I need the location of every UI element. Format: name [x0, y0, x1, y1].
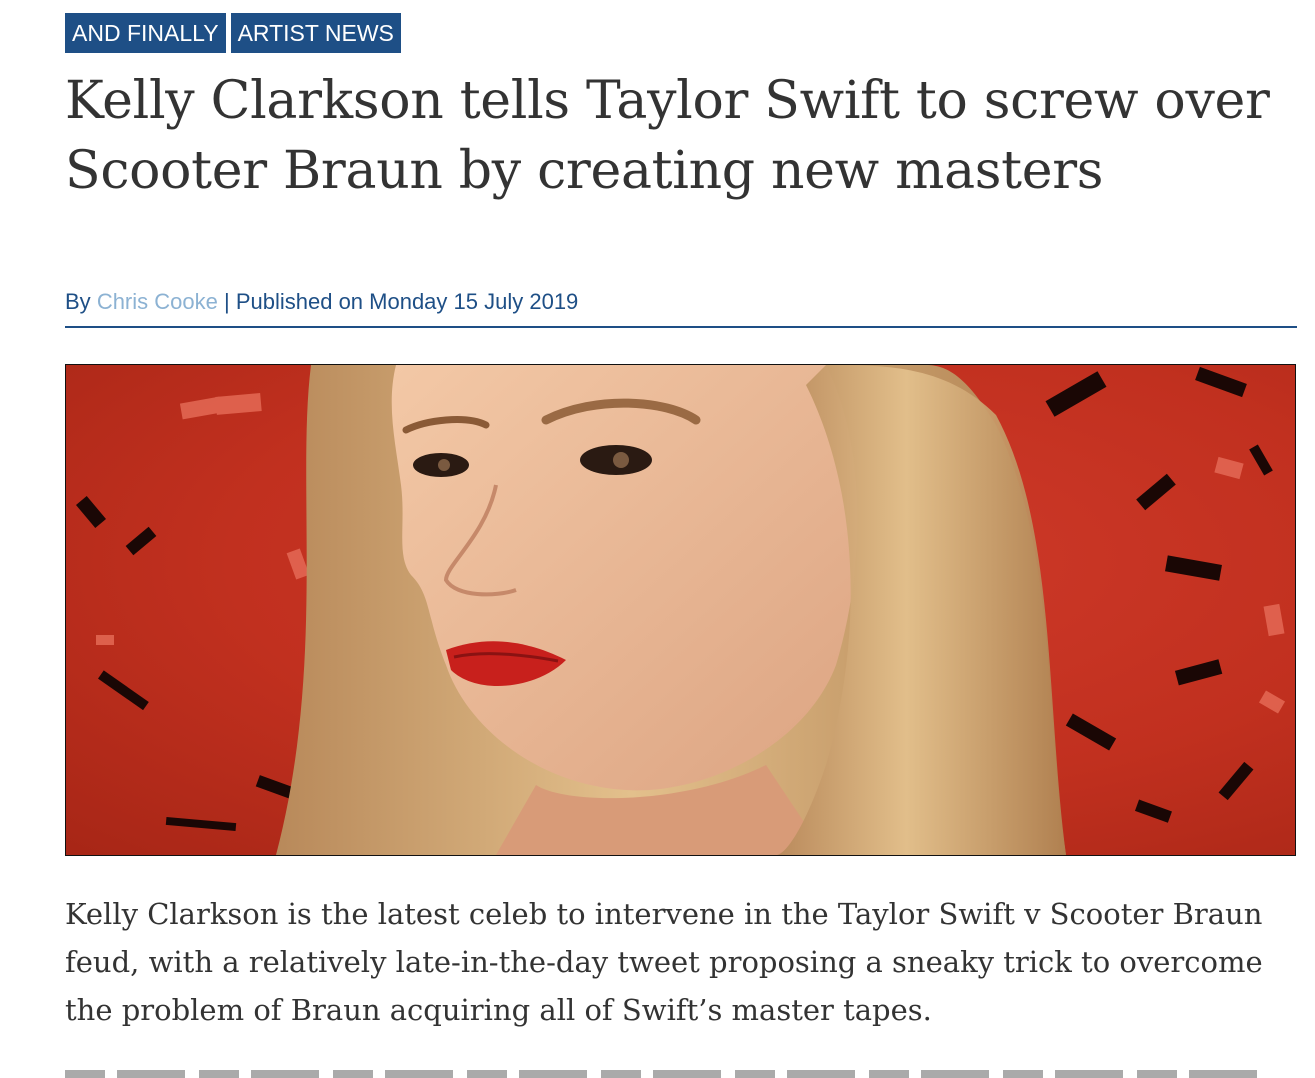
hero-illustration [75, 365, 1286, 855]
article-headline: Kelly Clarkson tells Taylor Swift to scr… [65, 71, 1270, 201]
publish-date: Published on Monday 15 July 2019 [235, 289, 579, 314]
byline-prefix: By [65, 289, 91, 314]
lead-paragraph: Kelly Clarkson is the latest celeb to in… [65, 897, 1263, 1027]
tag-and-finally[interactable]: AND FINALLY [65, 13, 226, 53]
byline-divider [65, 326, 1297, 328]
byline-separator: | [223, 289, 230, 314]
byline: By Chris Cooke | Published on Monday 15 … [65, 287, 578, 317]
hero-image [65, 364, 1296, 856]
category-tags: AND FINALLY ARTIST NEWS [65, 13, 401, 53]
tag-artist-news[interactable]: ARTIST NEWS [230, 13, 401, 53]
next-paragraph-partial [65, 1066, 1270, 1078]
author-link[interactable]: Chris Cooke [97, 289, 218, 314]
